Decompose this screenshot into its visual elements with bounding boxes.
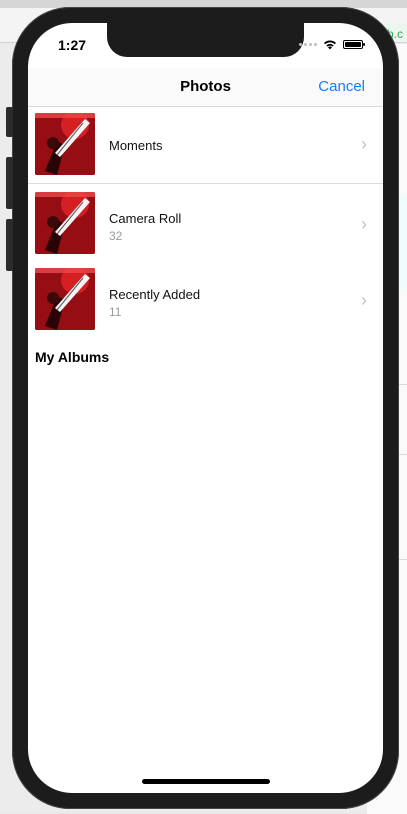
iphone-frame: 1:27 Photos Cancel Moments › Camera Roll… <box>6 7 399 809</box>
my-albums-header: My Albums <box>35 349 110 365</box>
status-icons <box>299 39 365 50</box>
volume-up-button <box>6 157 13 209</box>
home-indicator[interactable] <box>142 779 270 784</box>
album-list: Moments › Camera Roll 32 › Recently Adde… <box>28 107 383 336</box>
album-row-camera-roll[interactable]: Camera Roll 32 › <box>28 184 383 260</box>
status-time: 1:27 <box>58 37 87 53</box>
chevron-right-icon: › <box>361 134 367 154</box>
album-count: 11 <box>109 305 122 319</box>
album-title: Moments <box>109 138 163 153</box>
wifi-icon <box>324 40 336 50</box>
cellular-signal-icon <box>299 43 317 46</box>
phone-screen: 1:27 Photos Cancel Moments › Camera Roll… <box>28 23 383 793</box>
album-title: Camera Roll <box>109 211 182 226</box>
album-thumbnail <box>35 113 95 175</box>
battery-icon <box>343 40 365 49</box>
album-row-recently-added[interactable]: Recently Added 11 › <box>28 260 383 336</box>
navigation-bar: Photos Cancel <box>28 68 383 107</box>
notch <box>107 23 304 57</box>
album-count: 32 <box>109 229 123 243</box>
chevron-right-icon: › <box>361 290 367 310</box>
mute-switch <box>6 107 13 137</box>
cancel-button[interactable]: Cancel <box>318 78 365 95</box>
album-thumbnail <box>35 192 95 254</box>
chevron-right-icon: › <box>361 214 367 234</box>
volume-down-button <box>6 219 13 271</box>
album-thumbnail <box>35 268 95 330</box>
album-title: Recently Added <box>109 287 201 302</box>
album-row-moments[interactable]: Moments › <box>28 107 383 184</box>
